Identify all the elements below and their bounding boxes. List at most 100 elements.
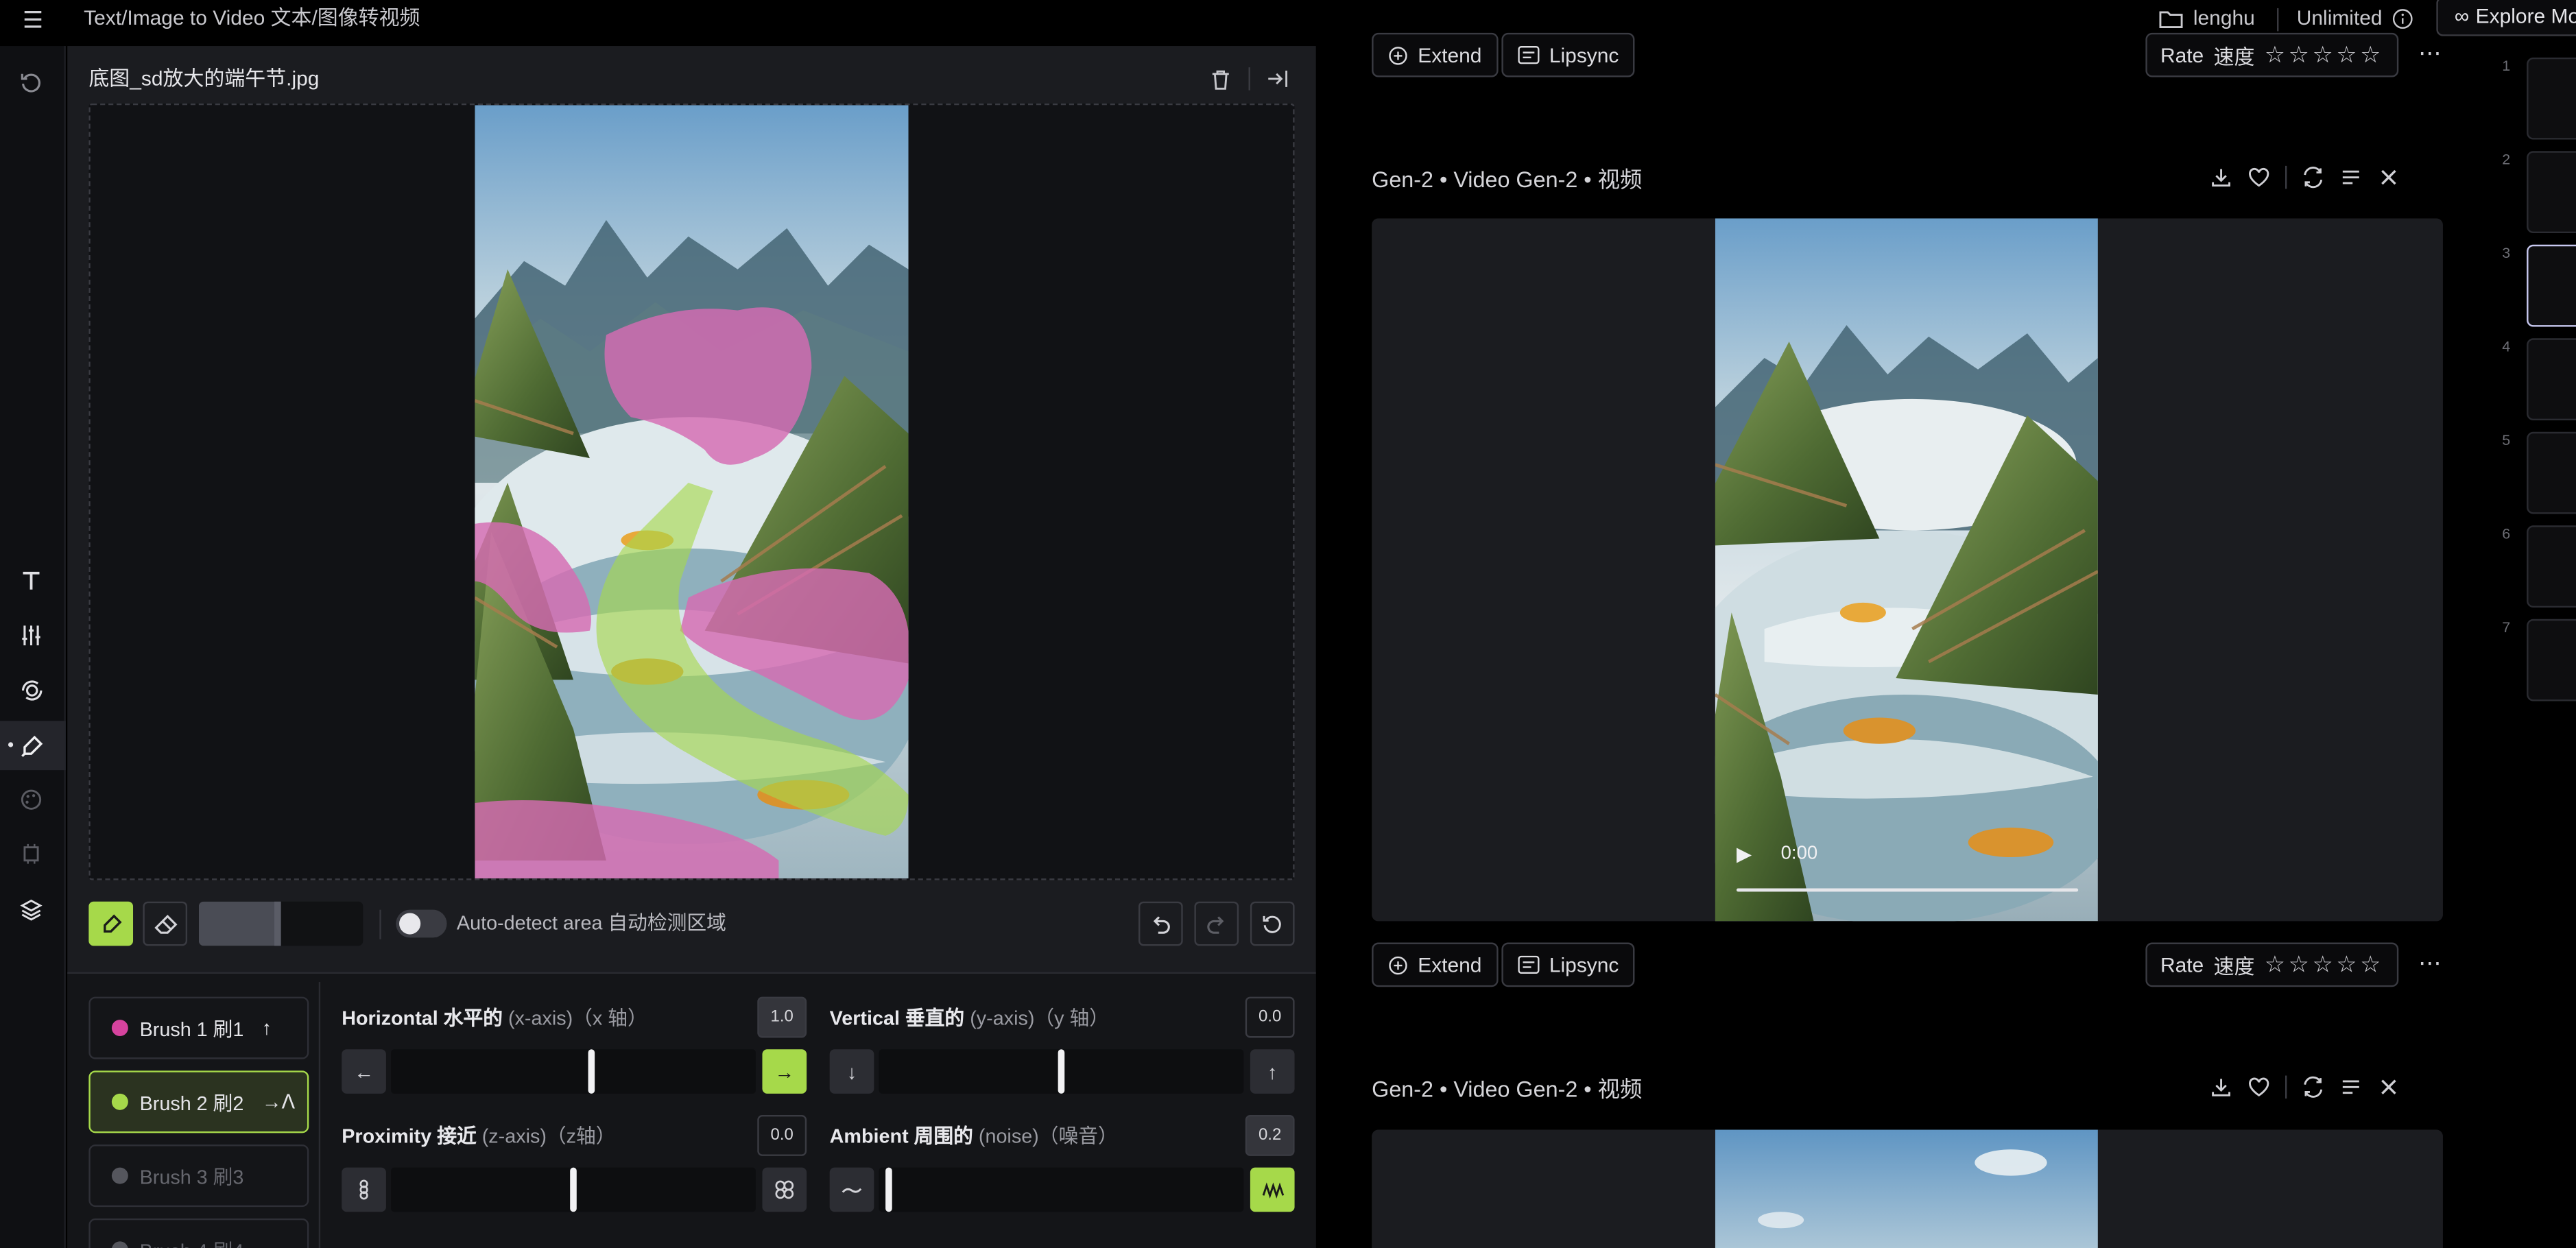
ambient-slider[interactable] xyxy=(879,1167,1244,1212)
brush-tool-button[interactable] xyxy=(88,901,134,946)
lipsync-button[interactable]: Lipsync xyxy=(1501,942,1636,987)
layers-icon[interactable] xyxy=(13,891,49,928)
thumbnail-card[interactable] xyxy=(2527,151,2576,234)
download-icon[interactable] xyxy=(2210,166,2233,189)
redo-button[interactable] xyxy=(1194,901,1239,946)
heart-icon[interactable] xyxy=(2247,166,2271,189)
active-indicator xyxy=(8,742,14,747)
brush-2-item[interactable]: Brush 2 刷2 →ᐱ xyxy=(88,1070,309,1133)
details-icon[interactable] xyxy=(2339,166,2363,189)
video-player-2[interactable] xyxy=(1372,1129,2443,1248)
up-arrow-icon[interactable]: ↑ xyxy=(1250,1049,1295,1094)
thumbnail-card[interactable] xyxy=(2527,338,2576,421)
lipsync-button-top[interactable]: Lipsync xyxy=(1501,32,1636,77)
rate-zh-label: 速度 xyxy=(2213,955,2255,979)
extend-button[interactable]: Extend xyxy=(1372,942,1499,987)
thumbnail-index: 7 xyxy=(2502,619,2511,636)
sliders-icon[interactable] xyxy=(13,617,49,653)
down-arrow-icon[interactable]: ↓ xyxy=(829,1049,874,1094)
thumbnail-card[interactable] xyxy=(2527,619,2576,701)
rate-widget-top[interactable]: Rate 速度 ☆☆☆☆☆ xyxy=(2145,32,2399,77)
actions-divider xyxy=(2285,165,2287,189)
brush-2-color-dot xyxy=(111,1093,128,1110)
brush-1-label: Brush 1 刷1 xyxy=(139,1017,244,1041)
proximity-label: Proximity 接近 (z-axis)（z轴） xyxy=(342,1125,616,1148)
brush-1-color-dot xyxy=(111,1020,128,1037)
regenerate-icon[interactable] xyxy=(2302,166,2325,189)
vertical-value[interactable]: 0.0 xyxy=(1245,996,1295,1038)
generation-title: Gen-2 • Video Gen-2 • 视频 xyxy=(1372,167,1643,193)
brush-3-label: Brush 3 刷3 xyxy=(139,1165,244,1188)
details-icon[interactable] xyxy=(2339,1076,2363,1099)
generation-title: Gen-2 • Video Gen-2 • 视频 xyxy=(1372,1077,1643,1102)
rate-label: Rate xyxy=(2160,953,2204,976)
lipsync-label: Lipsync xyxy=(1549,953,1619,976)
zoom-in-icon[interactable] xyxy=(342,1167,386,1212)
infinity-icon: ∞ xyxy=(2454,5,2470,28)
explore-modes-button[interactable]: ∞ Explore Mo xyxy=(2436,0,2576,36)
video-preview xyxy=(1715,218,2098,922)
palette-icon[interactable] xyxy=(13,782,49,818)
camera-motion-icon[interactable] xyxy=(13,671,49,708)
high-noise-icon[interactable] xyxy=(1250,1167,1295,1212)
proximity-slider-handle[interactable] xyxy=(570,1167,577,1212)
topbar-divider xyxy=(2277,8,2279,32)
actions-divider xyxy=(2285,1075,2287,1099)
lipsync-icon xyxy=(1518,46,1540,64)
star-rating-icon[interactable]: ☆☆☆☆☆ xyxy=(2265,41,2384,69)
horizontal-value[interactable]: 1.0 xyxy=(757,996,807,1038)
history-icon[interactable] xyxy=(13,64,49,100)
star-rating-icon[interactable]: ☆☆☆☆☆ xyxy=(2265,951,2384,979)
thumbnail-card[interactable] xyxy=(2527,431,2576,514)
video-preview-2 xyxy=(1715,1129,2098,1248)
brush-2-label: Brush 2 刷2 xyxy=(139,1091,244,1114)
horizontal-slider[interactable] xyxy=(391,1049,756,1094)
thumbnail-card-selected[interactable] xyxy=(2527,244,2576,327)
more-options-icon[interactable]: ⋯ xyxy=(2418,39,2442,67)
motion-brush-icon[interactable] xyxy=(13,728,49,764)
ambient-value[interactable]: 0.2 xyxy=(1245,1115,1295,1156)
low-noise-icon[interactable] xyxy=(829,1167,874,1212)
frame-icon[interactable] xyxy=(13,836,49,872)
download-icon[interactable] xyxy=(2210,1076,2233,1099)
regenerate-icon[interactable] xyxy=(2302,1076,2325,1099)
vertical-slider-handle[interactable] xyxy=(1058,1049,1065,1094)
trash-icon[interactable] xyxy=(1206,64,1235,93)
plan-status[interactable]: Unlimited xyxy=(2297,3,2413,33)
video-progress-bar[interactable] xyxy=(1736,888,2079,892)
brush-1-item[interactable]: Brush 1 刷1 ↑ xyxy=(88,996,309,1059)
close-icon[interactable] xyxy=(2377,1076,2400,1099)
thumbnail-card[interactable] xyxy=(2527,57,2576,140)
brush-size-slider[interactable] xyxy=(198,901,363,946)
menu-icon[interactable]: ☰ xyxy=(16,5,49,34)
more-options-icon[interactable]: ⋯ xyxy=(2418,949,2442,977)
heart-icon[interactable] xyxy=(2247,1076,2271,1099)
horizontal-slider-handle[interactable] xyxy=(588,1049,595,1094)
source-image[interactable] xyxy=(475,105,909,879)
zoom-out-icon[interactable] xyxy=(762,1167,807,1212)
brush-size-handle[interactable] xyxy=(274,901,281,946)
left-arrow-icon[interactable]: ← xyxy=(342,1049,386,1094)
thumbnail-index: 4 xyxy=(2502,338,2511,355)
text-tool-icon[interactable] xyxy=(13,563,49,599)
brush-3-item[interactable]: Brush 3 刷3 xyxy=(88,1144,309,1208)
video-player[interactable]: ▶ 0:00 xyxy=(1372,218,2443,922)
thumbnail-card[interactable] xyxy=(2527,525,2576,608)
tool-divider xyxy=(379,909,381,939)
undo-button[interactable] xyxy=(1138,901,1183,946)
ambient-slider-handle[interactable] xyxy=(885,1167,893,1212)
play-icon[interactable]: ▶ xyxy=(1737,842,1752,865)
rate-widget[interactable]: Rate 速度 ☆☆☆☆☆ xyxy=(2145,942,2399,987)
right-arrow-icon[interactable]: → xyxy=(762,1049,807,1094)
folder-selector[interactable]: lenghu xyxy=(2159,3,2255,33)
thumbnail-index: 1 xyxy=(2502,57,2511,74)
proximity-value[interactable]: 0.0 xyxy=(757,1115,807,1156)
extend-button-top[interactable]: Extend xyxy=(1372,32,1499,77)
collapse-panel-icon[interactable] xyxy=(1262,64,1291,93)
close-icon[interactable] xyxy=(2377,166,2400,189)
brush-4-item[interactable]: Brush 4 刷4 xyxy=(88,1218,309,1248)
brush-1-direction: ↑ xyxy=(261,1016,272,1040)
eraser-tool-button[interactable] xyxy=(143,901,188,946)
reset-button[interactable] xyxy=(1250,901,1295,946)
rate-zh-label: 速度 xyxy=(2213,46,2255,69)
